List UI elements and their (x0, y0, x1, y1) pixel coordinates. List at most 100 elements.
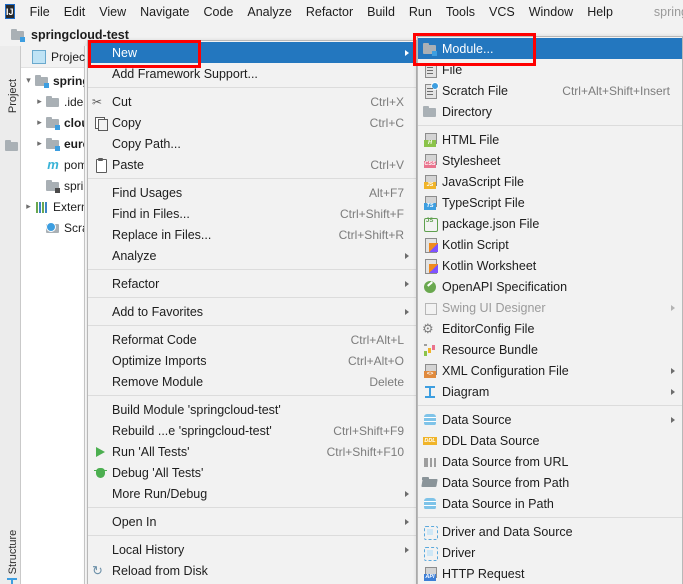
menu-item-label: Swing UI Designer (442, 300, 546, 315)
submenu-item-data-source-from-url[interactable]: Data Source from URL (418, 451, 682, 472)
menu-item-label: Data Source (442, 412, 512, 427)
menu-item-label: Copy (112, 115, 142, 130)
menu-item-label: Find in Files... (112, 206, 190, 221)
chevron-right-icon[interactable]: ▸ (34, 96, 45, 107)
left-tool-strip: Project Structure (0, 46, 21, 584)
submenu-item-http-request[interactable]: API HTTP Request (418, 563, 682, 584)
local-history-icon (88, 542, 112, 558)
context-menu-item-paste[interactable]: Paste Ctrl+V (88, 154, 416, 175)
tree-node-idea[interactable]: ▸ .idea (21, 91, 84, 112)
tree-node-springcloud-test[interactable]: ▾ springcloud-test (21, 70, 84, 91)
resource-bundle-icon (418, 342, 442, 358)
context-menu-item-rebuild-module[interactable]: Rebuild ...e 'springcloud-test' Ctrl+Shi… (88, 420, 416, 441)
context-menu-item-local-history[interactable]: Local History (88, 539, 416, 560)
menubar-item-navigate[interactable]: Navigate (133, 3, 196, 21)
tool-window-button-project[interactable]: Project (7, 66, 19, 126)
menubar-item-vcs[interactable]: VCS (482, 3, 522, 21)
submenu-item-kotlin-worksheet[interactable]: Kotlin Worksheet (418, 255, 682, 276)
tree-node-iml[interactable]: springcloud-test.iml (21, 175, 84, 196)
menubar-item-run[interactable]: Run (402, 3, 439, 21)
context-menu-item-open-in[interactable]: Open In (88, 511, 416, 532)
submenu-item-package-json-file[interactable]: package.json File (418, 213, 682, 234)
submenu-item-stylesheet[interactable]: CSS Stylesheet (418, 150, 682, 171)
menu-separator (88, 269, 416, 270)
menubar-item-help[interactable]: Help (580, 3, 620, 21)
menu-item-label: Refactor (112, 276, 160, 291)
menu-item-label: Debug 'All Tests' (112, 465, 204, 480)
context-menu-item-refactor[interactable]: Refactor (88, 273, 416, 294)
submenu-item-ddl-data-source[interactable]: DDL DDL Data Source (418, 430, 682, 451)
menu-separator (418, 125, 682, 126)
submenu-item-openapi-specification[interactable]: OpenAPI Specification (418, 276, 682, 297)
context-menu-item-cut[interactable]: ✂ Cut Ctrl+X (88, 91, 416, 112)
submenu-item-resource-bundle[interactable]: Resource Bundle (418, 339, 682, 360)
menubar-item-view[interactable]: View (92, 3, 133, 21)
chevron-right-icon[interactable]: ▸ (23, 201, 34, 212)
tree-node-pom-xml[interactable]: m pom.xml (21, 154, 84, 175)
context-menu-item-find-usages[interactable]: Find Usages Alt+F7 (88, 182, 416, 203)
menubar-item-build[interactable]: Build (360, 3, 402, 21)
menubar-item-refactor[interactable]: Refactor (299, 3, 360, 21)
submenu-item-data-source-in-path[interactable]: Data Source in Path (418, 493, 682, 514)
context-menu-item-reload-from-disk[interactable]: ↻ Reload from Disk (88, 560, 416, 581)
context-menu-item-optimize-imports[interactable]: Optimize Imports Ctrl+Alt+O (88, 350, 416, 371)
menubar-item-window[interactable]: Window (522, 3, 580, 21)
menubar-item-file[interactable]: File (23, 3, 57, 21)
menu-item-accelerator: Alt+F7 (368, 185, 404, 200)
submenu-item-data-source[interactable]: Data Source (418, 409, 682, 430)
swing-icon (418, 300, 442, 316)
tree-node-label: springcloud-test (53, 73, 84, 88)
submenu-item-directory[interactable]: Directory (418, 101, 682, 122)
submenu-item-typescript-file[interactable]: TS TypeScript File (418, 192, 682, 213)
menubar-item-tools[interactable]: Tools (439, 3, 482, 21)
context-menu-item-replace-in-files[interactable]: Replace in Files... Ctrl+Shift+R (88, 224, 416, 245)
submenu-item-driver[interactable]: Driver (418, 542, 682, 563)
context-menu-item-more-run-debug[interactable]: More Run/Debug (88, 483, 416, 504)
chevron-down-icon[interactable]: ▾ (23, 75, 34, 86)
submenu-item-scratch-file[interactable]: Scratch File Ctrl+Alt+Shift+Insert (418, 80, 682, 101)
submenu-item-javascript-file[interactable]: JS JavaScript File (418, 171, 682, 192)
context-menu-item-add-to-favorites[interactable]: Add to Favorites (88, 301, 416, 322)
optimize-imports-icon (88, 353, 112, 369)
submenu-item-module[interactable]: Module... (418, 38, 682, 59)
menu-bar: IJ File Edit View Navigate Code Analyze … (0, 0, 683, 24)
structure-strip-icon (4, 576, 17, 584)
submenu-item-data-source-from-path[interactable]: Data Source from Path (418, 472, 682, 493)
context-menu-item-remove-module[interactable]: Remove Module Delete (88, 371, 416, 392)
context-menu-item-copy-path[interactable]: Copy Path... (88, 133, 416, 154)
context-menu-item-reformat-code[interactable]: Reformat Code Ctrl+Alt+L (88, 329, 416, 350)
tree-node-cloud[interactable]: ▸ cloud (21, 112, 84, 133)
xml-file-icon: <> (418, 363, 442, 379)
new-submenu: Module... File Scratch File Ctrl+Alt+Shi… (417, 36, 683, 584)
submenu-item-xml-configuration-file[interactable]: <> XML Configuration File (418, 360, 682, 381)
new-icon (88, 45, 112, 61)
menu-item-accelerator: Ctrl+Shift+F9 (333, 423, 404, 438)
tool-window-button-structure[interactable]: Structure (7, 522, 19, 582)
context-menu-item-analyze[interactable]: Analyze (88, 245, 416, 266)
menubar-item-edit[interactable]: Edit (57, 3, 93, 21)
submenu-item-diagram[interactable]: Diagram (418, 381, 682, 402)
submenu-item-file[interactable]: File (418, 59, 682, 80)
chevron-right-icon[interactable]: ▸ (34, 138, 45, 149)
tree-node-eureka[interactable]: ▸ eureka (21, 133, 84, 154)
submenu-item-kotlin-script[interactable]: Kotlin Script (418, 234, 682, 255)
module-folder-icon (10, 27, 26, 43)
context-menu-item-run-all-tests[interactable]: Run 'All Tests' Ctrl+Shift+F10 (88, 441, 416, 462)
context-menu-item-debug-all-tests[interactable]: Debug 'All Tests' (88, 462, 416, 483)
menu-item-label: Reformat Code (112, 332, 197, 347)
chevron-right-icon[interactable]: ▸ (34, 117, 45, 128)
context-menu-item-copy[interactable]: Copy Ctrl+C (88, 112, 416, 133)
menubar-item-analyze[interactable]: Analyze (240, 3, 298, 21)
tree-node-external-libraries[interactable]: ▸ External Libraries (21, 196, 84, 217)
context-menu-item-find-in-files[interactable]: Find in Files... Ctrl+Shift+F (88, 203, 416, 224)
context-menu-item-build-module[interactable]: Build Module 'springcloud-test' (88, 399, 416, 420)
context-menu-item-add-framework-support[interactable]: Add Framework Support... (88, 63, 416, 84)
menu-separator (88, 535, 416, 536)
menu-item-label: Remove Module (112, 374, 204, 389)
submenu-item-html-file[interactable]: H HTML File (418, 129, 682, 150)
context-menu-item-new[interactable]: New (88, 42, 416, 63)
menubar-item-code[interactable]: Code (196, 3, 240, 21)
submenu-item-editorconfig-file[interactable]: ⚙ EditorConfig File (418, 318, 682, 339)
submenu-item-driver-and-data-source[interactable]: Driver and Data Source (418, 521, 682, 542)
tree-node-scratches[interactable]: Scratches and Consoles (21, 217, 84, 238)
